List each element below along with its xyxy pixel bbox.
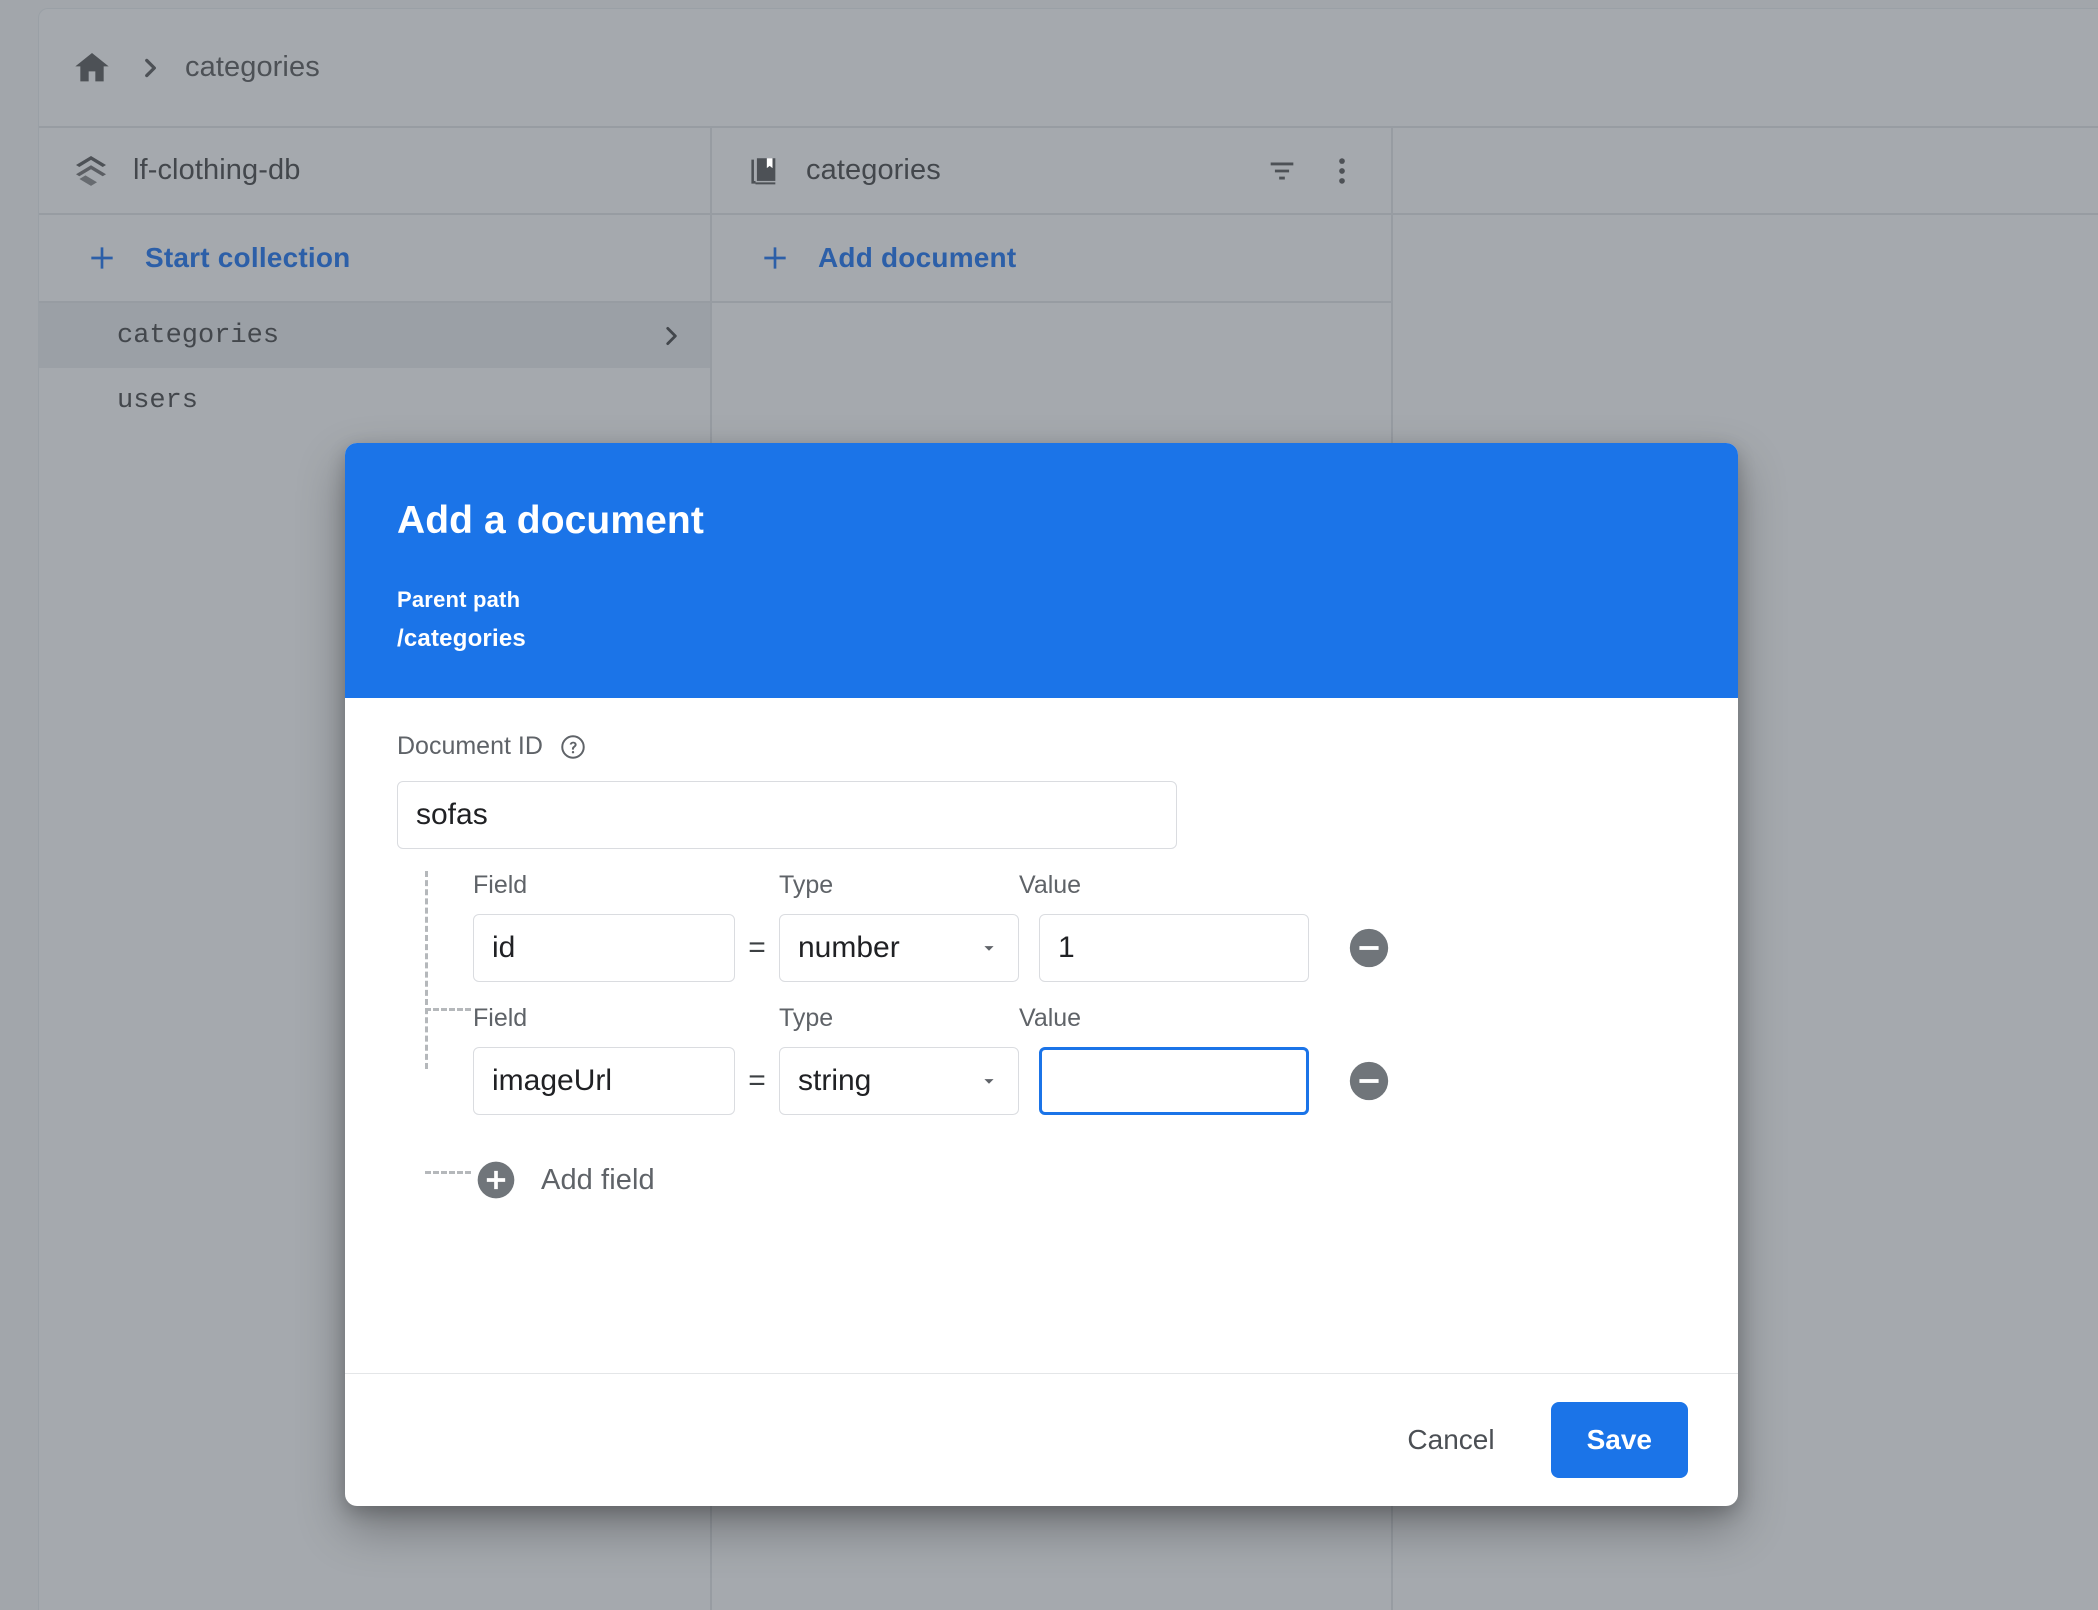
dialog-header: Add a document Parent path /categories xyxy=(345,443,1738,698)
field-type-value: number xyxy=(798,931,900,965)
field-value: 1 xyxy=(1058,931,1075,965)
field-name-input[interactable]: imageUrl xyxy=(473,1047,735,1115)
field-type-select[interactable]: number xyxy=(779,914,1019,982)
document-id-label-row: Document ID xyxy=(397,732,1686,761)
dialog-footer: Cancel Save xyxy=(345,1373,1738,1506)
parent-path-label: Parent path xyxy=(397,587,1686,613)
document-id-label: Document ID xyxy=(397,732,543,761)
help-circle-icon[interactable] xyxy=(559,733,587,761)
document-id-value: sofas xyxy=(416,798,488,832)
tree-branch xyxy=(425,1171,471,1174)
field-row: Field Type Value id = number xyxy=(473,871,1686,982)
page-root: categories lf-clothing-db xyxy=(0,0,2098,1610)
field-header-value: Value xyxy=(1019,1004,1289,1033)
field-header-type: Type xyxy=(779,871,1019,900)
add-document-dialog: Add a document Parent path /categories D… xyxy=(345,443,1738,1506)
field-name-value: id xyxy=(492,931,515,965)
field-header-value: Value xyxy=(1019,871,1289,900)
field-header-type: Type xyxy=(779,1004,1019,1033)
field-header-field: Field xyxy=(473,871,735,900)
fields-area: Field Type Value id = number xyxy=(397,871,1686,1115)
dialog-title: Add a document xyxy=(397,499,1686,543)
cancel-button[interactable]: Cancel xyxy=(1381,1406,1520,1474)
field-controls: imageUrl = string xyxy=(473,1047,1686,1115)
tree-branch xyxy=(425,1008,471,1011)
field-value-input[interactable]: 1 xyxy=(1039,914,1309,982)
equals-symbol: = xyxy=(735,1064,779,1098)
plus-circle-icon xyxy=(473,1157,519,1203)
field-value-input[interactable] xyxy=(1039,1047,1309,1115)
field-row: Field Type Value imageUrl = string xyxy=(473,1004,1686,1115)
field-type-select[interactable]: string xyxy=(779,1047,1019,1115)
field-name-input[interactable]: id xyxy=(473,914,735,982)
caret-down-icon xyxy=(978,937,1000,959)
add-field-button[interactable]: Add field xyxy=(473,1157,1686,1203)
add-field-label: Add field xyxy=(541,1164,655,1197)
field-column-headers: Field Type Value xyxy=(473,1004,1686,1033)
dialog-body: Document ID sofas Field xyxy=(345,698,1738,1373)
field-column-headers: Field Type Value xyxy=(473,871,1686,900)
field-controls: id = number 1 xyxy=(473,914,1686,982)
save-button[interactable]: Save xyxy=(1551,1402,1688,1478)
remove-circle-icon[interactable] xyxy=(1345,1057,1393,1105)
field-header-field: Field xyxy=(473,1004,735,1033)
document-id-input[interactable]: sofas xyxy=(397,781,1177,849)
field-name-value: imageUrl xyxy=(492,1064,612,1098)
field-type-value: string xyxy=(798,1064,871,1098)
equals-symbol: = xyxy=(735,931,779,965)
remove-circle-icon[interactable] xyxy=(1345,924,1393,972)
caret-down-icon xyxy=(978,1070,1000,1092)
tree-guide-line xyxy=(425,871,428,1069)
parent-path-value: /categories xyxy=(397,625,1686,653)
